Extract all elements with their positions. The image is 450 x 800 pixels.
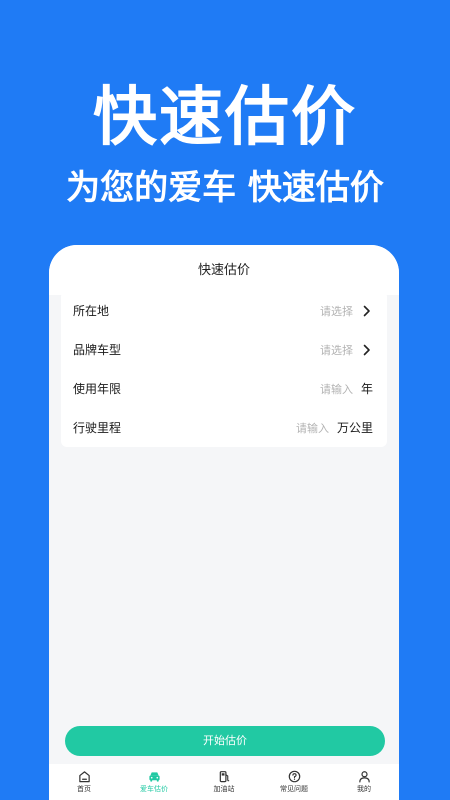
screen-title: 快速估价: [49, 245, 399, 295]
tab-home[interactable]: 首页: [49, 764, 119, 800]
usage-years-input[interactable]: 请输入: [320, 381, 353, 397]
mileage-input[interactable]: 请输入: [296, 420, 329, 436]
usage-years-label: 使用年限: [73, 382, 122, 396]
phone-screen: 快速估价 所在地 请选择 品牌车型 请选择 使用年限 请输入 年 行驶里程 请输…: [49, 245, 399, 800]
mileage-unit: 万公里: [336, 421, 373, 435]
tab-label: 首页: [77, 785, 91, 793]
start-valuation-button[interactable]: 开始估价: [65, 726, 385, 756]
brand-model-select[interactable]: 请选择: [320, 342, 353, 358]
home-icon: [77, 769, 91, 783]
usage-years-unit: 年: [361, 382, 374, 396]
chevron-right-icon: [361, 305, 373, 317]
tab-label: 爱车估价: [140, 785, 168, 793]
tab-faq[interactable]: 常见问题: [259, 764, 329, 800]
question-circle-icon: [287, 769, 301, 783]
brand-model-label: 品牌车型: [73, 343, 122, 357]
brand-model-row[interactable]: 品牌车型 请选择: [61, 330, 387, 369]
tab-profile[interactable]: 我的: [329, 764, 399, 800]
tab-label: 加油站: [213, 785, 235, 793]
usage-years-row: 使用年限 请输入 年: [61, 369, 387, 408]
location-label: 所在地: [73, 304, 110, 318]
tab-car-valuation[interactable]: 爱车估价: [119, 764, 189, 800]
promo-page: 快速估价 为您的爱车 快速估价 快速估价 所在地 请选择 品牌车型 请选择 使用…: [0, 0, 450, 800]
tab-gas-station[interactable]: 加油站: [189, 764, 259, 800]
location-row[interactable]: 所在地 请选择: [61, 291, 387, 330]
user-icon: [357, 769, 371, 783]
valuation-form: 所在地 请选择 品牌车型 请选择 使用年限 请输入 年 行驶里程 请输入 万公里: [61, 291, 387, 447]
bottom-tab-bar: 首页 爱车估价 加油站 常见问题 我的: [49, 764, 399, 800]
mileage-row: 行驶里程 请输入 万公里: [61, 408, 387, 447]
mileage-label: 行驶里程: [73, 421, 122, 435]
car-icon: [147, 769, 161, 783]
location-select[interactable]: 请选择: [320, 303, 353, 319]
hero-subtitle: 为您的爱车 快速估价: [66, 168, 384, 208]
chevron-right-icon: [361, 344, 373, 356]
hero-title: 快速估价: [93, 81, 357, 155]
tab-label: 常见问题: [280, 785, 308, 793]
tab-label: 我的: [357, 785, 371, 793]
fuel-pump-icon: [217, 769, 231, 783]
